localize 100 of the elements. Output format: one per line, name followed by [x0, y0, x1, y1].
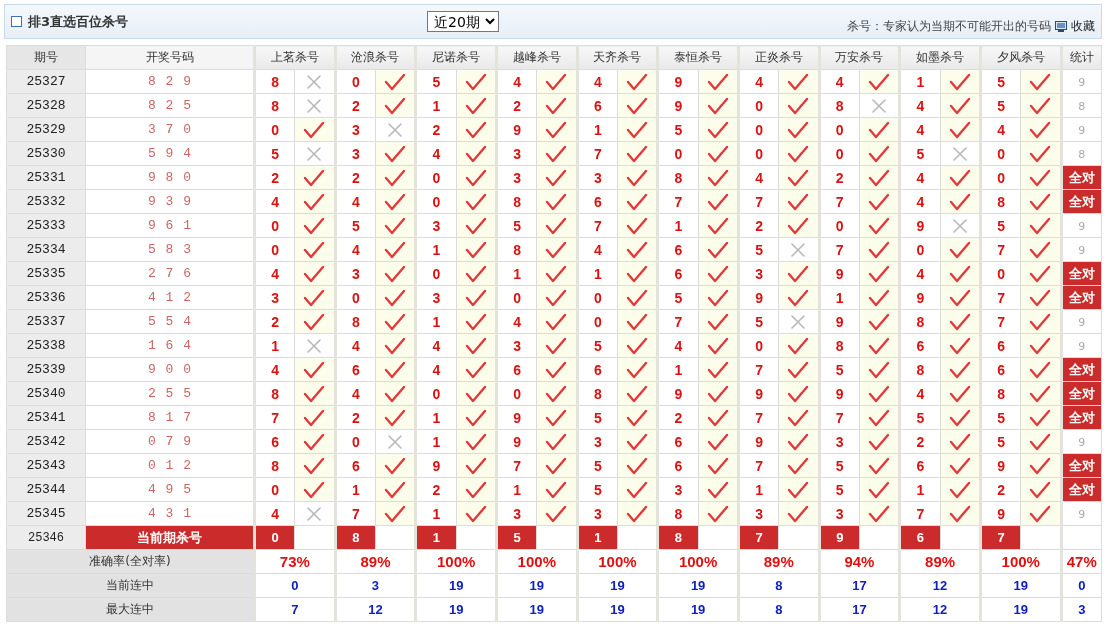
- accuracy-value: 89%: [899, 549, 981, 574]
- column-header: 尼诺杀号: [415, 45, 497, 70]
- current-kill-number: 9: [819, 525, 860, 550]
- column-header: 天齐杀号: [577, 45, 658, 70]
- accuracy-value: 100%: [657, 549, 739, 574]
- issue-cell: 25336: [6, 285, 86, 310]
- column-header: 万安杀号: [819, 45, 900, 70]
- issue-cell: 25329: [6, 117, 86, 142]
- streak-value: 0: [1061, 573, 1102, 598]
- streak-value: 7: [254, 597, 336, 622]
- streak-value: 19: [980, 597, 1062, 622]
- all-correct-badge: 全对: [1061, 382, 1102, 405]
- accuracy-value: 94%: [819, 549, 900, 574]
- hit-count: 9: [1078, 219, 1086, 233]
- column-header: 沧浪杀号: [335, 45, 416, 70]
- hit-count: 9: [1078, 435, 1086, 449]
- square-icon: [11, 16, 22, 27]
- current-kill-number: 7: [738, 525, 779, 550]
- issue-cell: 25344: [6, 477, 86, 502]
- streak-value: 19: [577, 573, 658, 598]
- streak-value: 19: [980, 573, 1062, 598]
- all-correct-badge: 全对: [1061, 454, 1102, 477]
- page-title: 排3直选百位杀号: [28, 12, 129, 31]
- column-header: 上茗杀号: [254, 45, 336, 70]
- all-correct-badge: 全对: [1061, 262, 1102, 285]
- column-header: 泰恒杀号: [657, 45, 739, 70]
- issue-cell: 25343: [6, 453, 86, 478]
- column-header: 夕风杀号: [980, 45, 1062, 70]
- streak-value: 19: [415, 573, 497, 598]
- hit-count: 9: [1078, 75, 1086, 89]
- issue-cell: 25327: [6, 69, 86, 94]
- accuracy-value: 100%: [980, 549, 1062, 574]
- summary-label: 最大连中: [6, 597, 255, 622]
- summary-label: 准确率(全对率): [6, 549, 255, 574]
- issue-cell: 25328: [6, 93, 86, 118]
- hit-count: 8: [1078, 147, 1086, 161]
- all-correct-badge: 全对: [1061, 166, 1102, 189]
- streak-value: 19: [496, 597, 578, 622]
- accuracy-value: 47%: [1061, 549, 1102, 574]
- column-header: 统计: [1061, 45, 1102, 70]
- streak-value: 19: [415, 597, 497, 622]
- column-header: 如墨杀号: [899, 45, 981, 70]
- accuracy-value: 100%: [496, 549, 578, 574]
- current-kill-number: 0: [254, 525, 295, 550]
- streak-value: 19: [577, 597, 658, 622]
- streak-value: 0: [254, 573, 336, 598]
- hit-count: 9: [1078, 507, 1086, 521]
- issue-cell: 25337: [6, 309, 86, 334]
- streak-value: 19: [496, 573, 578, 598]
- hit-count: 9: [1078, 243, 1086, 257]
- issue-cell: 25334: [6, 237, 86, 262]
- column-header: 期号: [6, 45, 86, 70]
- hit-count: 9: [1078, 315, 1086, 329]
- issue-cell: 25345: [6, 501, 86, 526]
- hit-count: 9: [1078, 123, 1086, 137]
- streak-value: 12: [899, 573, 981, 598]
- period-select[interactable]: 近20期: [427, 11, 499, 32]
- summary-label: 当前连中: [6, 573, 255, 598]
- accuracy-value: 89%: [335, 549, 416, 574]
- streak-value: 17: [819, 597, 900, 622]
- streak-value: 19: [657, 597, 739, 622]
- issue-cell: 25335: [6, 261, 86, 286]
- hit-count: 8: [1078, 99, 1086, 113]
- streak-value: 3: [335, 573, 416, 598]
- current-kill-number: 8: [335, 525, 376, 550]
- accuracy-value: 73%: [254, 549, 336, 574]
- issue-cell: 25333: [6, 213, 86, 238]
- issue-cell: 25331: [6, 165, 86, 190]
- column-header: 正炎杀号: [738, 45, 820, 70]
- all-correct-badge: 全对: [1061, 286, 1102, 309]
- all-correct-badge: 全对: [1061, 190, 1102, 213]
- column-header: 越峰杀号: [496, 45, 578, 70]
- issue-cell: 25342: [6, 429, 86, 454]
- current-kill-number: 1: [415, 525, 457, 550]
- current-kill-number: 8: [657, 525, 699, 550]
- issue-cell: 25346: [6, 525, 86, 550]
- streak-value: 19: [657, 573, 739, 598]
- favorite-link[interactable]: 收藏: [1071, 18, 1095, 35]
- kill-note: 杀号：专家认为当期不可能开出的号码: [847, 18, 1051, 35]
- current-kill-number: 5: [496, 525, 537, 550]
- streak-value: 8: [738, 597, 820, 622]
- issue-cell: 25338: [6, 333, 86, 358]
- accuracy-value: 89%: [738, 549, 820, 574]
- issue-cell: 25339: [6, 357, 86, 382]
- issue-cell: 25340: [6, 381, 86, 406]
- streak-value: 8: [738, 573, 820, 598]
- accuracy-value: 100%: [415, 549, 497, 574]
- streak-value: 12: [335, 597, 416, 622]
- streak-value: 17: [819, 573, 900, 598]
- current-kill-number: 7: [980, 525, 1021, 550]
- issue-cell: 25332: [6, 189, 86, 214]
- monitor-icon: [1055, 21, 1067, 32]
- all-correct-badge: 全对: [1061, 406, 1102, 429]
- accuracy-value: 100%: [577, 549, 658, 574]
- issue-cell: 25330: [6, 141, 86, 166]
- current-kill-number: 6: [899, 525, 941, 550]
- streak-value: 12: [899, 597, 981, 622]
- streak-value: 3: [1061, 597, 1102, 622]
- hit-count: 9: [1078, 339, 1086, 353]
- issue-cell: 25341: [6, 405, 86, 430]
